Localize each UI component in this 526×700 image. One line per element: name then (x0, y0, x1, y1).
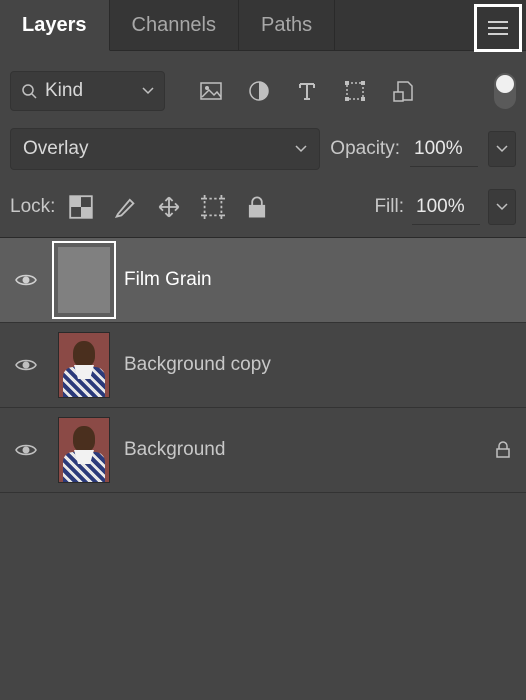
blend-row: Overlay Opacity: 100% (10, 125, 516, 173)
filter-type-icon[interactable] (295, 79, 319, 103)
panel-content: Kind (0, 51, 526, 503)
lock-icon (494, 441, 512, 459)
layer-name: Background (124, 439, 476, 461)
opacity-input[interactable]: 100% (410, 132, 478, 167)
opacity-label: Opacity: (330, 138, 400, 160)
layers-list: Film Grain Background copy (0, 238, 526, 493)
filter-kind-label: Kind (45, 80, 134, 102)
lock-icon-group (69, 195, 269, 219)
lock-all-icon[interactable] (245, 195, 269, 219)
blend-mode-dropdown[interactable]: Overlay (10, 128, 320, 170)
filter-row: Kind (10, 67, 516, 115)
fill-label: Fill: (374, 196, 404, 218)
fill-dropdown-button[interactable] (488, 189, 516, 225)
layer-thumbnail[interactable] (58, 417, 110, 483)
lock-artboard-icon[interactable] (201, 195, 225, 219)
filter-toggle[interactable] (494, 73, 516, 109)
filter-shape-icon[interactable] (343, 79, 367, 103)
blend-mode-value: Overlay (23, 138, 88, 160)
panel-menu-button[interactable] (474, 4, 522, 52)
tab-layers[interactable]: Layers (0, 0, 110, 51)
filter-type-icons (199, 79, 415, 103)
lock-row: Lock: Fill: 100% (10, 183, 516, 231)
filter-smartobject-icon[interactable] (391, 79, 415, 103)
fill-group: Fill: 100% (374, 189, 516, 225)
hamburger-icon (487, 20, 509, 36)
layer-thumbnail[interactable] (58, 247, 110, 313)
layer-row[interactable]: Film Grain (0, 238, 526, 323)
layers-panel: Layers Channels Paths Kind (0, 0, 526, 700)
layer-row[interactable]: Background (0, 408, 526, 493)
search-icon (21, 83, 37, 99)
layer-lock-indicator (490, 441, 516, 459)
visibility-toggle[interactable] (8, 272, 44, 288)
lock-label: Lock: (10, 196, 55, 218)
fill-input[interactable]: 100% (412, 190, 480, 225)
tab-paths[interactable]: Paths (239, 0, 335, 50)
filter-pixel-icon[interactable] (199, 79, 223, 103)
visibility-toggle[interactable] (8, 357, 44, 373)
chevron-down-icon (496, 145, 508, 153)
filter-kind-dropdown[interactable]: Kind (10, 71, 165, 111)
chevron-down-icon (496, 203, 508, 211)
visibility-toggle[interactable] (8, 442, 44, 458)
lock-transparency-icon[interactable] (69, 195, 93, 219)
chevron-down-icon (142, 87, 154, 95)
filter-adjustment-icon[interactable] (247, 79, 271, 103)
panel-tab-bar: Layers Channels Paths (0, 0, 526, 51)
chevron-down-icon (295, 145, 307, 153)
tab-channels[interactable]: Channels (110, 0, 240, 50)
layer-name: Background copy (124, 354, 476, 376)
layer-row[interactable]: Background copy (0, 323, 526, 408)
lock-pixels-icon[interactable] (113, 195, 137, 219)
lock-position-icon[interactable] (157, 195, 181, 219)
opacity-dropdown-button[interactable] (488, 131, 516, 167)
layer-thumbnail[interactable] (58, 332, 110, 398)
layer-name: Film Grain (124, 269, 476, 291)
